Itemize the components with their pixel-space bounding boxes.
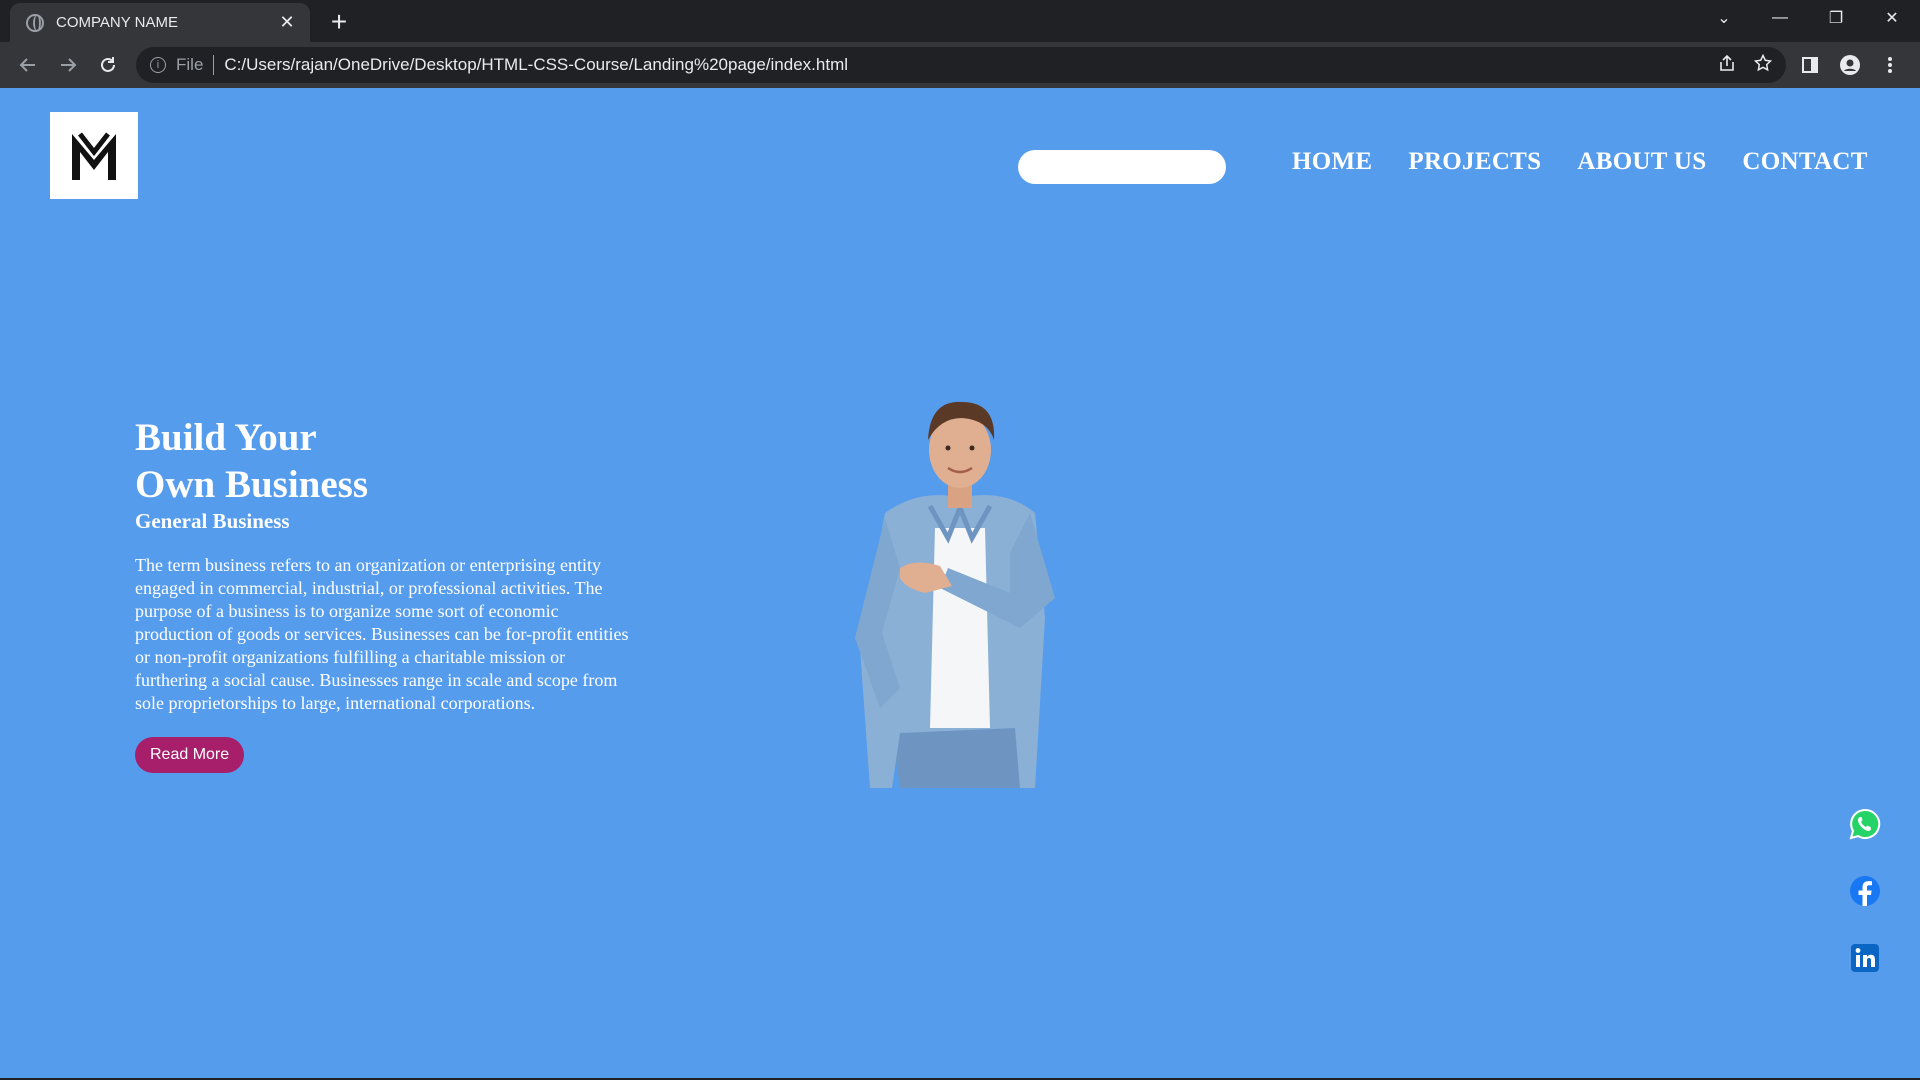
social-links <box>1849 808 1883 1009</box>
whatsapp-icon[interactable] <box>1849 808 1881 840</box>
toolbar-right <box>1790 45 1910 85</box>
url-text[interactable]: C:/Users/rajan/OneDrive/Desktop/HTML-CSS… <box>224 55 1700 75</box>
forward-arrow-icon[interactable] <box>48 45 88 85</box>
globe-icon <box>26 13 44 32</box>
scheme-label: File <box>176 55 204 74</box>
back-arrow-icon[interactable] <box>8 45 48 85</box>
menu-kebab-icon[interactable] <box>1870 45 1910 85</box>
search-input[interactable] <box>1018 150 1226 184</box>
company-logo[interactable] <box>50 112 138 199</box>
address-bar[interactable]: i File C:/Users/rajan/OneDrive/Desktop/H… <box>136 47 1786 83</box>
nav-about-us[interactable]: ABOUT US <box>1577 148 1706 176</box>
hero-title: Build Your Own Business <box>135 414 635 508</box>
profile-icon[interactable] <box>1830 45 1870 85</box>
read-more-button[interactable]: Read More <box>135 737 245 773</box>
window-controls: ⌄ — ❐ ✕ <box>1696 0 1920 36</box>
facebook-icon[interactable] <box>1849 875 1881 907</box>
hero-description: The term business refers to an organizat… <box>135 555 629 713</box>
hero-subtitle: General Business <box>135 509 290 533</box>
nav-projects[interactable]: PROJECTS <box>1408 148 1541 176</box>
tab-close-icon[interactable]: ✕ <box>276 12 298 34</box>
restore-button[interactable]: ❐ <box>1808 0 1864 36</box>
nav-contact[interactable]: CONTACT <box>1742 148 1867 176</box>
hero-title-line-2: Own Business <box>135 463 369 506</box>
address-separator <box>213 55 215 75</box>
browser-tab[interactable]: COMPANY NAME ✕ <box>10 3 310 42</box>
browser-tab-bar: COMPANY NAME ✕ + ⌄ — ❐ ✕ <box>0 0 1920 42</box>
side-panel-icon[interactable] <box>1790 45 1830 85</box>
hero-section: Build Your Own Business General Business… <box>135 414 635 773</box>
minimize-button[interactable]: — <box>1752 0 1808 36</box>
tab-search-icon[interactable]: ⌄ <box>1696 0 1752 36</box>
close-window-button[interactable]: ✕ <box>1864 0 1920 36</box>
page-viewport: HOME PROJECTS ABOUT US CONTACT Build You… <box>0 88 1920 1078</box>
tab-title: COMPANY NAME <box>56 14 178 31</box>
hero-person-image <box>855 401 1055 788</box>
share-icon[interactable] <box>1718 54 1736 77</box>
reload-icon[interactable] <box>88 45 128 85</box>
nav-home[interactable]: HOME <box>1292 148 1372 176</box>
new-tab-button[interactable]: + <box>325 6 353 37</box>
m-logo-icon <box>72 131 116 180</box>
hero-title-line-1: Build Your <box>135 416 317 459</box>
info-icon[interactable]: i <box>150 57 166 73</box>
main-navigation: HOME PROJECTS ABOUT US CONTACT <box>1292 148 1868 176</box>
browser-toolbar: i File C:/Users/rajan/OneDrive/Desktop/H… <box>0 42 1920 88</box>
linkedin-icon[interactable] <box>1849 942 1881 974</box>
bookmark-star-icon[interactable] <box>1753 53 1773 77</box>
